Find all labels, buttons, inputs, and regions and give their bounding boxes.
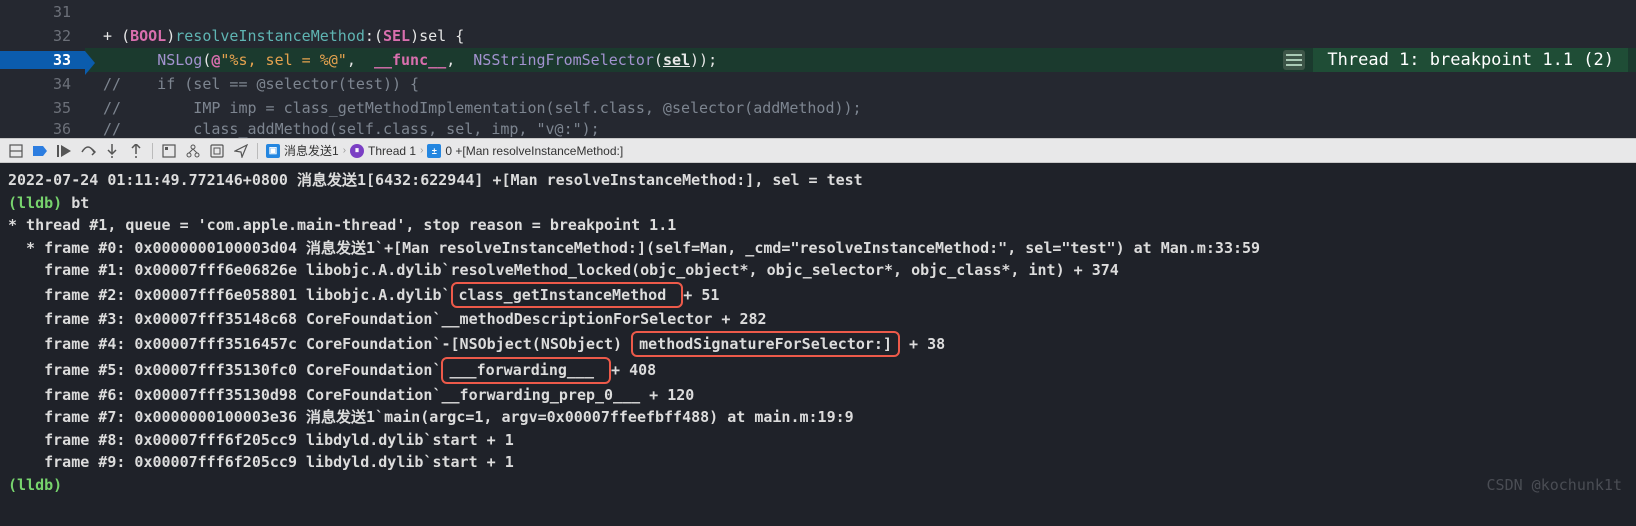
code-line-35: 35 // IMP imp = class_getMethodImplement… <box>0 96 1636 120</box>
step-into-icon[interactable] <box>104 143 120 159</box>
bt-frame-line: frame #8: 0x00007fff6f205cc9 libdyld.dyl… <box>8 429 1628 452</box>
crumb-thread: Thread 1 <box>368 144 416 158</box>
crumb-app: 消息发送1 <box>284 142 339 159</box>
code-editor[interactable]: 31 32 + (BOOL)resolveInstanceMethod:(SEL… <box>0 0 1636 138</box>
watermark-text: CSDN @kochunk1t <box>1487 474 1622 497</box>
bt-thread-line: * thread #1, queue = 'com.apple.main-thr… <box>8 214 1628 237</box>
chevron-right-icon: › <box>420 145 423 156</box>
code-text: + (BOOL)resolveInstanceMethod:(SEL)sel { <box>85 27 1636 45</box>
bt-frame-line: frame #5: 0x00007fff35130fc0 CoreFoundat… <box>8 357 1628 384</box>
code-text: // class_addMethod(self.class, sel, imp,… <box>85 120 1636 138</box>
continue-icon[interactable] <box>56 143 72 159</box>
bt-frame-line: frame #1: 0x00007fff6e06826e libobjc.A.d… <box>8 259 1628 282</box>
bt-frame-line: * frame #0: 0x0000000100003d04 消息发送1`+[M… <box>8 237 1628 260</box>
thread-icon: ⏸ <box>350 144 364 158</box>
code-text: NSLog(@"%s, sel = %@", __func__, NSStrin… <box>85 48 1636 72</box>
lldb-prompt-line: (lldb) bt <box>8 192 1628 215</box>
bt-frame-line: frame #9: 0x00007fff6f205cc9 libdyld.dyl… <box>8 451 1628 474</box>
line-number: 32 <box>0 27 85 45</box>
bt-frame-line: frame #2: 0x00007fff6e058801 libobjc.A.d… <box>8 282 1628 309</box>
bt-frame-line: frame #6: 0x00007fff35130d98 CoreFoundat… <box>8 384 1628 407</box>
app-icon: ▣ <box>266 144 280 158</box>
breakpoint-toggle-icon[interactable] <box>32 143 48 159</box>
breakpoint-indicator[interactable]: Thread 1: breakpoint 1.1 (2) <box>1313 48 1628 72</box>
location-icon[interactable] <box>233 143 249 159</box>
bt-frame-line: frame #4: 0x00007fff3516457c CoreFoundat… <box>8 331 1628 358</box>
frame-icon: ± <box>427 144 441 158</box>
highlight-annotation: methodSignatureForSelector:] <box>631 331 900 358</box>
code-line-36: 36 // class_addMethod(self.class, sel, i… <box>0 120 1636 138</box>
code-line-31: 31 <box>0 0 1636 24</box>
lldb-prompt-line: (lldb) <box>8 474 1628 497</box>
line-number: 36 <box>0 120 85 138</box>
code-text: // if (sel == @selector(test)) { <box>85 75 1636 93</box>
code-text: // IMP imp = class_getMethodImplementati… <box>85 99 1636 117</box>
bt-frame-line: frame #7: 0x0000000100003e36 消息发送1`main(… <box>8 406 1628 429</box>
step-out-icon[interactable] <box>128 143 144 159</box>
line-number: 35 <box>0 99 85 117</box>
chevron-right-icon: › <box>343 145 346 156</box>
debug-view-icon[interactable] <box>161 143 177 159</box>
code-line-33-active: 33 NSLog(@"%s, sel = %@", __func__, NSSt… <box>0 48 1636 72</box>
screenshot-icon[interactable] <box>209 143 225 159</box>
debug-breadcrumb[interactable]: ▣ 消息发送1 › ⏸ Thread 1 › ±0 +[Man resolveIns… <box>266 142 623 159</box>
line-number: 31 <box>0 3 85 21</box>
step-over-icon[interactable] <box>80 143 96 159</box>
crumb-frame: 0 +[Man resolveInstanceMethod:] <box>445 144 623 158</box>
console-log-line: 2022-07-24 01:11:49.772146+0800 消息发送1[64… <box>8 169 1628 192</box>
line-number: 34 <box>0 75 85 93</box>
hamburger-icon[interactable] <box>1283 50 1305 70</box>
code-line-34: 34 // if (sel == @selector(test)) { <box>0 72 1636 96</box>
lldb-console[interactable]: 2022-07-24 01:11:49.772146+0800 消息发送1[64… <box>0 163 1636 502</box>
highlight-annotation: class_getInstanceMethod <box>451 282 684 309</box>
bt-frame-line: frame #3: 0x00007fff35148c68 CoreFoundat… <box>8 308 1628 331</box>
toggle-panel-icon[interactable] <box>8 143 24 159</box>
code-line-32: 32 + (BOOL)resolveInstanceMethod:(SEL)se… <box>0 24 1636 48</box>
memory-graph-icon[interactable] <box>185 143 201 159</box>
highlight-annotation: ___forwarding___ <box>441 357 611 384</box>
line-number-active: 33 <box>0 51 85 69</box>
debug-toolbar: ▣ 消息发送1 › ⏸ Thread 1 › ±0 +[Man resolveIns… <box>0 138 1636 163</box>
